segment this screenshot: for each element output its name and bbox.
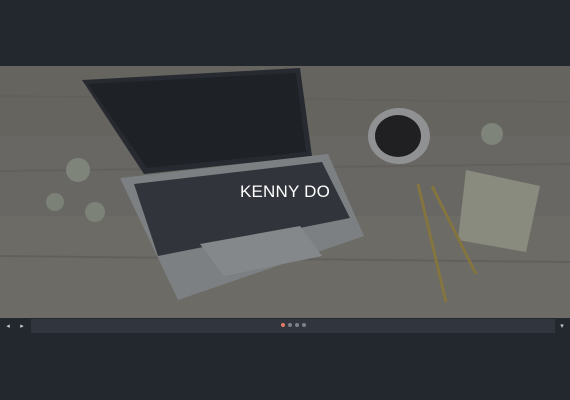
pagination-dots: [31, 323, 555, 327]
chevron-down-icon[interactable]: ▾: [555, 318, 569, 334]
pagination-dot[interactable]: [287, 323, 292, 327]
page: KENNY DO ◂ ▸ ▾: [0, 0, 570, 400]
slider-progress-track: [31, 319, 555, 333]
pagination-dot[interactable]: [294, 323, 299, 327]
slider-control-bar: ◂ ▸ ▾: [0, 318, 570, 334]
hero-section: KENNY DO: [0, 66, 570, 318]
hero-title: KENNY DO: [239, 182, 331, 201]
pagination-dot[interactable]: [280, 323, 285, 327]
chevron-left-icon[interactable]: ◂: [1, 318, 15, 334]
chevron-right-icon[interactable]: ▸: [15, 318, 29, 334]
pagination-dot[interactable]: [301, 323, 306, 327]
